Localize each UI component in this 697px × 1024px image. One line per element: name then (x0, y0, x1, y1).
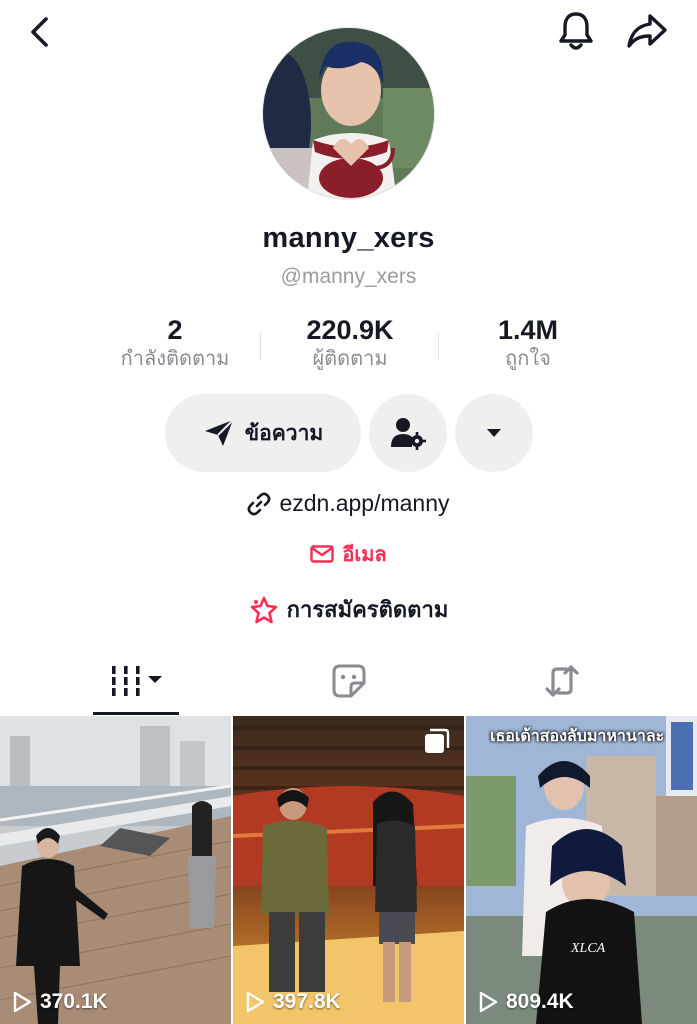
more-options-button[interactable] (455, 394, 533, 472)
bio-link-text: ezdn.app/manny (279, 490, 450, 516)
email-button[interactable]: อีเมล (0, 538, 697, 570)
back-button[interactable] (18, 10, 62, 54)
grid-lines-icon (112, 666, 162, 696)
tab-favorites[interactable] (306, 650, 392, 712)
email-label: อีเมล (342, 544, 387, 566)
view-count-text: 370.1K (40, 990, 108, 1013)
share-arrow-icon (627, 14, 667, 48)
stat-divider (438, 332, 439, 360)
link-icon (248, 492, 271, 515)
active-tab-indicator (93, 712, 179, 715)
video-thumbnail[interactable]: 397.8K (233, 716, 464, 1024)
likes-count: 1.4M (497, 315, 559, 345)
send-icon (204, 419, 234, 446)
chevron-left-icon (31, 17, 48, 47)
profile-actions: ข้อความ (0, 394, 697, 472)
likes-label: ถูกใจ (505, 348, 551, 370)
stat-following[interactable]: 2 กำลังติดตาม (90, 314, 260, 372)
repost-icon (545, 665, 579, 697)
star-icon (250, 596, 277, 623)
sticker-icon (332, 664, 366, 698)
view-count: 809.4K (478, 990, 574, 1014)
video-thumbnail-image (233, 716, 464, 1024)
view-count: 370.1K (12, 990, 108, 1014)
video-grid: 370.1K 397.8K XLCA เธอเด้าสองลับมาหานาละ… (0, 716, 697, 1024)
stat-likes[interactable]: 1.4M ถูกใจ (443, 314, 613, 372)
message-button[interactable]: ข้อความ (165, 394, 361, 472)
caret-down-icon (487, 429, 501, 437)
share-button[interactable] (622, 8, 672, 54)
followers-label: ผู้ติดตาม (312, 348, 388, 370)
following-label: กำลังติดตาม (120, 348, 230, 370)
view-count-text: 397.8K (273, 990, 341, 1013)
display-name: manny_xers (262, 222, 435, 254)
message-button-label: ข้อความ (244, 421, 324, 445)
following-count: 2 (167, 315, 183, 345)
stat-divider (260, 332, 261, 360)
bio-link[interactable]: ezdn.app/manny (0, 490, 697, 517)
video-thumbnail[interactable]: 370.1K (0, 716, 231, 1024)
play-icon (246, 991, 265, 1013)
mail-icon (310, 545, 335, 563)
follow-settings-button[interactable] (369, 394, 447, 472)
view-count: 397.8K (245, 990, 341, 1014)
content-tabs (0, 650, 697, 716)
play-icon (13, 991, 32, 1013)
tab-reposts[interactable] (519, 650, 605, 712)
video-caption: เธอเด้าสองลับมาหานาละ (490, 728, 665, 745)
multi-image-icon (424, 728, 450, 759)
video-thumbnail-image: XLCA (466, 716, 697, 1024)
bell-icon (559, 12, 593, 50)
profile-stats: 2 กำลังติดตาม 220.9K ผู้ติดตาม 1.4M ถูกใ… (90, 314, 610, 378)
username-handle: @manny_xers (280, 265, 417, 288)
video-thumbnail[interactable]: XLCA เธอเด้าสองลับมาหานาละ 809.4K (466, 716, 697, 1024)
person-gear-icon (391, 418, 426, 450)
subscribe-label: การสมัครติดตาม (286, 597, 449, 622)
play-icon (479, 991, 498, 1013)
svg-text:XLCA: XLCA (570, 941, 606, 956)
followers-count: 220.9K (306, 315, 394, 345)
subscribe-button[interactable]: การสมัครติดตาม (0, 592, 697, 627)
notification-bell-button[interactable] (553, 8, 599, 54)
avatar[interactable] (262, 27, 435, 200)
stat-followers[interactable]: 220.9K ผู้ติดตาม (265, 314, 435, 372)
video-thumbnail-image (0, 716, 231, 1024)
view-count-text: 809.4K (506, 990, 574, 1013)
tab-videos[interactable] (93, 650, 179, 712)
